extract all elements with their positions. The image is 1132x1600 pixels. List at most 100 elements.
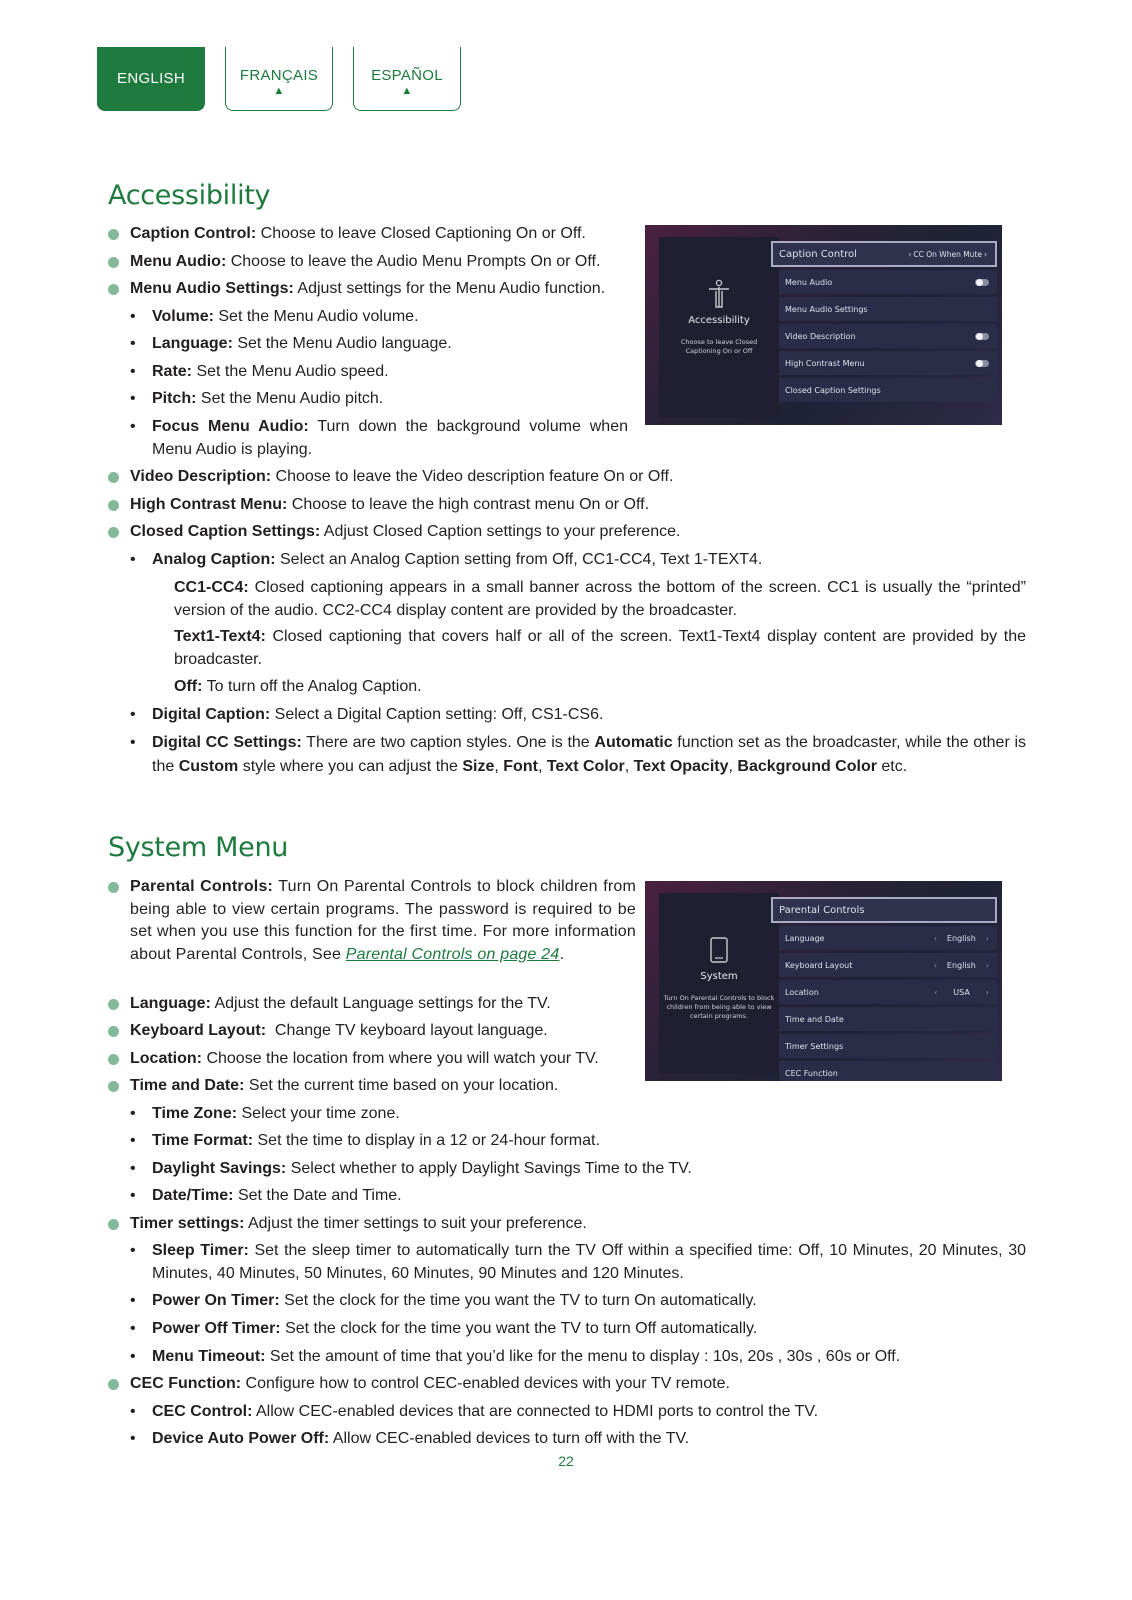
term: Caption Control:: [130, 225, 257, 242]
term: Rate:: [152, 363, 193, 380]
list-item: Menu Audio: Choose to leave the Audio Me…: [108, 251, 600, 274]
tv-menu-item-parental-controls[interactable]: Parental Controls: [771, 897, 997, 923]
tab-francais[interactable]: FRANÇAIS ▲: [225, 47, 333, 111]
chevron-left-icon: ‹: [908, 249, 912, 259]
tv-option-value: English: [946, 933, 976, 943]
tv-menu-item[interactable]: Video Description: [779, 324, 997, 348]
tv-menu-label: Location: [785, 987, 819, 997]
list-item: • Focus Menu Audio: Turn down the backgro…: [108, 416, 628, 461]
list-item: • Digital Caption: Select a Digital Capti…: [108, 704, 603, 727]
desc: There are two caption styles. One is the: [301, 734, 595, 751]
tv-menu-item[interactable]: Language ‹ English ›: [779, 926, 997, 950]
term: Custom: [178, 758, 239, 775]
tv-menu-item[interactable]: Menu Audio Settings: [779, 297, 997, 321]
desc: Adjust Closed Caption settings to your p…: [320, 523, 681, 540]
tv-option-selector[interactable]: ‹ CC On When Mute ›: [908, 250, 987, 259]
tv-menu: Parental Controls Language ‹ English › Keyb…: [771, 897, 997, 1081]
bullet-dot-icon: [108, 284, 119, 295]
tv-menu-item-caption-control[interactable]: Caption Control ‹ CC On When Mute ›: [771, 241, 997, 267]
tv-option-selector[interactable]: ‹ USA ›: [934, 988, 989, 997]
tab-label: ESPAÑOL: [371, 66, 443, 84]
list-item: • Daylight Savings: Select whether to app…: [108, 1158, 692, 1181]
tv-menu-item[interactable]: High Contrast Menu: [779, 351, 997, 375]
tv-menu-item[interactable]: Time and Date: [779, 1007, 997, 1031]
desc: Set the current time based on your locat…: [244, 1077, 559, 1094]
bullet-icon: •: [130, 1320, 136, 1337]
tv-menu-item[interactable]: CEC Function: [779, 1061, 997, 1081]
tv-menu-label: Menu Audio Settings: [785, 304, 868, 314]
list-item: Location: Choose the location from where…: [108, 1048, 599, 1071]
toggle-switch[interactable]: [975, 332, 989, 340]
term: Time and Date:: [130, 1077, 245, 1094]
bullet-icon: •: [130, 1430, 136, 1447]
term: Time Zone:: [152, 1105, 238, 1122]
term: Volume:: [152, 308, 214, 325]
list-item: • Power On Timer: Set the clock for the t…: [108, 1290, 757, 1313]
desc: Allow CEC-enabled devices to turn off wi…: [329, 1430, 690, 1447]
desc: Choose to leave Closed Captioning On or …: [256, 225, 586, 242]
tv-menu-item[interactable]: Menu Audio: [779, 270, 997, 294]
bullet-icon: •: [130, 363, 136, 380]
bullet-icon: •: [130, 706, 136, 723]
bullet-icon: •: [130, 390, 136, 407]
bullet-icon: •: [130, 551, 136, 568]
list-item: CC1-CC4: Closed captioning appears in a …: [108, 577, 1026, 622]
sep: ,: [494, 758, 504, 775]
tv-option-selector[interactable]: ‹ English ›: [934, 934, 989, 943]
tab-espanol[interactable]: ESPAÑOL ▲: [353, 47, 461, 111]
bullet-icon: •: [130, 1105, 136, 1122]
term: Language:: [130, 995, 211, 1012]
desc: Select whether to apply Daylight Savings…: [286, 1160, 692, 1177]
chevron-left-icon: ‹: [933, 933, 937, 943]
tv-option-value: USA: [953, 987, 970, 997]
parental-controls-link[interactable]: Parental Controls on page 24: [346, 946, 560, 963]
term: Power On Timer:: [152, 1292, 280, 1309]
term: Keyboard Layout:: [130, 1022, 267, 1039]
tv-menu-label: Language: [785, 933, 825, 943]
list-item: • Digital CC Settings: There are two capt…: [108, 731, 1026, 779]
desc: Select your time zone.: [237, 1105, 400, 1122]
desc: Set the Menu Audio speed.: [192, 363, 389, 380]
tablet-device-icon: [710, 937, 728, 963]
term: Closed Caption Settings:: [130, 523, 321, 540]
toggle-switch[interactable]: [975, 278, 989, 286]
term: Time Format:: [152, 1132, 254, 1149]
bullet-dot-icon: [108, 1379, 119, 1390]
section-title-accessibility: Accessibility: [108, 180, 271, 211]
tv-menu: Caption Control ‹ CC On When Mute › Menu A…: [771, 241, 997, 405]
term: Font: [503, 758, 538, 775]
desc: Set the amount of time that you’d like f…: [265, 1348, 901, 1365]
tv-menu-item[interactable]: Closed Caption Settings: [779, 378, 997, 402]
bullet-icon: •: [130, 1187, 136, 1204]
tv-menu-label: Menu Audio: [785, 277, 833, 287]
desc: .: [559, 945, 565, 963]
tv-panel-title: System: [700, 971, 738, 982]
bullet-dot-icon: [108, 527, 119, 538]
term: Menu Audio:: [130, 253, 227, 270]
term: Pitch:: [152, 390, 197, 407]
desc: Choose to leave the high contrast menu O…: [287, 496, 650, 513]
term: Digital Caption:: [152, 706, 271, 723]
term: Sleep Timer:: [152, 1242, 249, 1259]
section-title-system-menu: System Menu: [108, 832, 289, 863]
list-item: • Pitch: Set the Menu Audio pitch.: [108, 388, 383, 411]
triangle-up-icon: ▲: [401, 84, 413, 97]
tv-panel-title: Accessibility: [688, 315, 750, 326]
tab-english[interactable]: ENGLISH: [97, 47, 205, 111]
term: Text Color: [546, 758, 625, 775]
term: Analog Caption:: [152, 551, 276, 568]
tab-label: FRANÇAIS: [239, 66, 319, 84]
tv-menu-item[interactable]: Timer Settings: [779, 1034, 997, 1058]
sep: ,: [624, 758, 634, 775]
bullet-icon: •: [130, 1132, 136, 1149]
toggle-switch[interactable]: [975, 359, 989, 367]
tv-menu-item[interactable]: Keyboard Layout ‹ English ›: [779, 953, 997, 977]
tv-menu-item[interactable]: Location ‹ USA ›: [779, 980, 997, 1004]
list-item: • Sleep Timer: Set the sleep timer to aut…: [108, 1240, 1026, 1285]
list-item: Text1-Text4: Closed captioning that cove…: [108, 626, 1026, 671]
tv-screenshot-system: System Turn On Parental Controls to bloc…: [645, 881, 1002, 1081]
list-item: • Power Off Timer: Set the clock for the …: [108, 1318, 757, 1341]
term: Date/Time:: [152, 1187, 234, 1204]
tv-menu-label: Closed Caption Settings: [785, 385, 881, 395]
tv-option-selector[interactable]: ‹ English ›: [934, 961, 989, 970]
